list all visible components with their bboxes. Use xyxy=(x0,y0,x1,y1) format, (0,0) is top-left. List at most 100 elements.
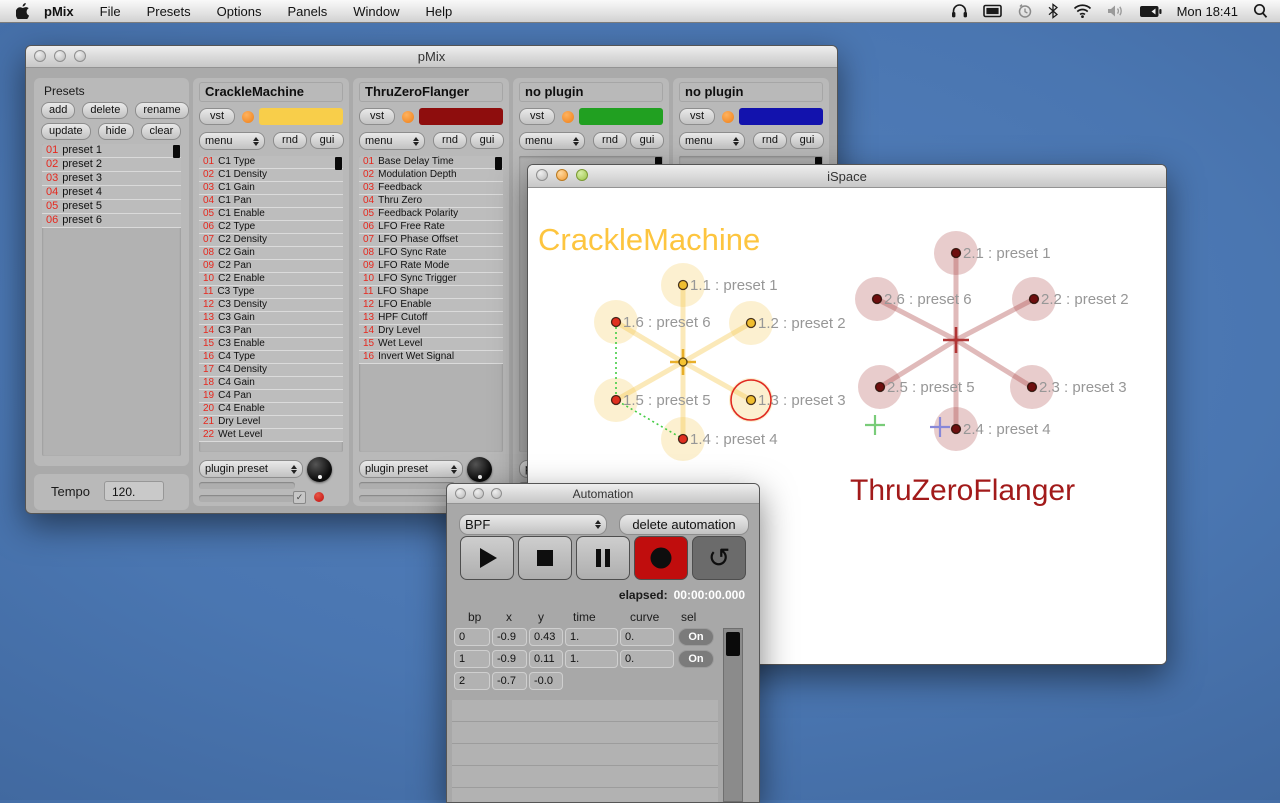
parameter-row[interactable]: 06C2 Type xyxy=(199,221,343,234)
parameter-row[interactable]: 04Thru Zero xyxy=(359,195,503,208)
parameter-row[interactable]: 09LFO Rate Mode xyxy=(359,260,503,273)
parameter-row[interactable]: 17C4 Density xyxy=(199,364,343,377)
preset-node-dot[interactable] xyxy=(1028,383,1037,392)
plugin-name-field[interactable]: no plugin xyxy=(679,82,823,102)
hide-button[interactable]: hide xyxy=(98,123,135,140)
vst-button[interactable]: vst xyxy=(199,108,235,125)
menu-file[interactable]: File xyxy=(100,4,121,19)
plugin-color-bar[interactable] xyxy=(739,108,823,125)
parameter-row[interactable]: 02C1 Density xyxy=(199,169,343,182)
preset-node-dot[interactable] xyxy=(876,383,885,392)
plugin-menu-dropdown[interactable]: menu xyxy=(519,132,585,150)
parameter-row[interactable]: 20C4 Enable xyxy=(199,403,343,416)
preset-list-item[interactable]: 01preset 1 xyxy=(42,144,181,158)
parameter-row[interactable]: 11C3 Type xyxy=(199,286,343,299)
parameter-row[interactable]: 14C3 Pan xyxy=(199,325,343,338)
spotlight-icon[interactable] xyxy=(1253,3,1268,19)
parameter-row[interactable]: 01Base Delay Time xyxy=(359,156,503,169)
display-icon[interactable] xyxy=(983,4,1002,19)
plugin-menu-dropdown[interactable]: menu xyxy=(359,132,425,150)
parameter-row[interactable]: 12LFO Enable xyxy=(359,299,503,312)
parameter-row[interactable]: 08C2 Gain xyxy=(199,247,343,260)
plugin-slider-1[interactable] xyxy=(199,482,295,489)
scrollbar-thumb[interactable] xyxy=(335,157,342,170)
randomize-button[interactable]: rnd xyxy=(273,132,307,149)
plugin-menu-dropdown[interactable]: menu xyxy=(199,132,265,150)
bp-cell[interactable]: 0 xyxy=(454,628,490,646)
bp-cell[interactable]: 2 xyxy=(454,672,490,690)
parameter-row[interactable]: 11LFO Shape xyxy=(359,286,503,299)
randomize-button[interactable]: rnd xyxy=(753,132,787,149)
preset-node-dot[interactable] xyxy=(747,319,756,328)
parameter-row[interactable]: 05Feedback Polarity xyxy=(359,208,503,221)
table-scrollbar-thumb[interactable] xyxy=(726,632,740,656)
randomize-button[interactable]: rnd xyxy=(593,132,627,149)
vst-button[interactable]: vst xyxy=(359,108,395,125)
rename-button[interactable]: rename xyxy=(135,102,188,119)
preset-list-item[interactable]: 05preset 5 xyxy=(42,200,181,214)
sel-toggle-button[interactable]: On xyxy=(678,628,714,646)
plugin-preset-dropdown[interactable]: plugin preset xyxy=(359,460,463,478)
preset-list[interactable]: 01preset 102preset 203preset 304preset 4… xyxy=(42,144,181,456)
update-button[interactable]: update xyxy=(41,123,91,140)
parameter-row[interactable]: 03Feedback xyxy=(359,182,503,195)
preset-list-item[interactable]: 06preset 6 xyxy=(42,214,181,228)
parameter-row[interactable]: 18C4 Gain xyxy=(199,377,343,390)
parameter-row[interactable]: 03C1 Gain xyxy=(199,182,343,195)
scrollbar-thumb[interactable] xyxy=(173,145,180,158)
vst-button[interactable]: vst xyxy=(679,108,715,125)
zoom-button[interactable] xyxy=(576,169,588,181)
preset-node-dot[interactable] xyxy=(612,396,621,405)
parameter-row[interactable]: 13HPF Cutoff xyxy=(359,312,503,325)
close-button[interactable] xyxy=(455,488,466,499)
headphones-icon[interactable] xyxy=(951,3,968,19)
plugin-knob[interactable] xyxy=(467,457,492,482)
curve-cell[interactable]: 0. xyxy=(620,628,674,646)
zoom-button[interactable] xyxy=(491,488,502,499)
sel-toggle-button[interactable]: On xyxy=(678,650,714,668)
parameter-row[interactable]: 15Wet Level xyxy=(359,338,503,351)
parameter-row[interactable]: 08LFO Sync Rate xyxy=(359,247,503,260)
parameter-row[interactable]: 19C4 Pan xyxy=(199,390,343,403)
clear-button[interactable]: clear xyxy=(141,123,181,140)
y-cell[interactable]: 0.11 xyxy=(529,650,563,668)
parameter-row[interactable]: 16Invert Wet Signal xyxy=(359,351,503,364)
menu-presets[interactable]: Presets xyxy=(147,4,191,19)
apple-icon[interactable] xyxy=(16,3,30,19)
menu-panels[interactable]: Panels xyxy=(287,4,327,19)
parameter-row[interactable]: 14Dry Level xyxy=(359,325,503,338)
plugin-preset-dropdown[interactable]: plugin preset xyxy=(199,460,303,478)
wifi-icon[interactable] xyxy=(1073,4,1092,18)
preset-list-item[interactable]: 02preset 2 xyxy=(42,158,181,172)
plugin-slider-1[interactable] xyxy=(359,482,455,489)
plugin-menu-dropdown[interactable]: menu xyxy=(679,132,745,150)
x-cell[interactable]: -0.7 xyxy=(492,672,527,690)
preset-node-dot[interactable] xyxy=(747,396,756,405)
close-button[interactable] xyxy=(34,50,46,62)
menu-help[interactable]: Help xyxy=(425,4,452,19)
preset-list-item[interactable]: 03preset 3 xyxy=(42,172,181,186)
parameter-list[interactable]: 01C1 Type02C1 Density03C1 Gain04C1 Pan05… xyxy=(199,156,343,452)
preset-node-dot[interactable] xyxy=(952,425,961,434)
bluetooth-icon[interactable] xyxy=(1048,3,1058,19)
minimize-button[interactable] xyxy=(54,50,66,62)
y-cell[interactable]: 0.43 xyxy=(529,628,563,646)
zoom-button[interactable] xyxy=(74,50,86,62)
battery-icon[interactable] xyxy=(1139,5,1162,18)
parameter-row[interactable]: 06LFO Free Rate xyxy=(359,221,503,234)
preset-node-dot[interactable] xyxy=(952,249,961,258)
parameter-row[interactable]: 02Modulation Depth xyxy=(359,169,503,182)
menu-options[interactable]: Options xyxy=(217,4,262,19)
plugin-checkbox[interactable]: ✓ xyxy=(293,491,306,504)
x-cell[interactable]: -0.9 xyxy=(492,628,527,646)
delete-automation-button[interactable]: delete automation xyxy=(619,514,749,535)
time-cell[interactable]: 1. xyxy=(565,650,618,668)
minimize-button[interactable] xyxy=(556,169,568,181)
preset-list-item[interactable]: 04preset 4 xyxy=(42,186,181,200)
parameter-row[interactable]: 22Wet Level xyxy=(199,429,343,442)
preset-node-dot[interactable] xyxy=(679,435,688,444)
preset-node-dot[interactable] xyxy=(873,295,882,304)
minimize-button[interactable] xyxy=(473,488,484,499)
parameter-row[interactable]: 13C3 Gain xyxy=(199,312,343,325)
parameter-row[interactable]: 05C1 Enable xyxy=(199,208,343,221)
